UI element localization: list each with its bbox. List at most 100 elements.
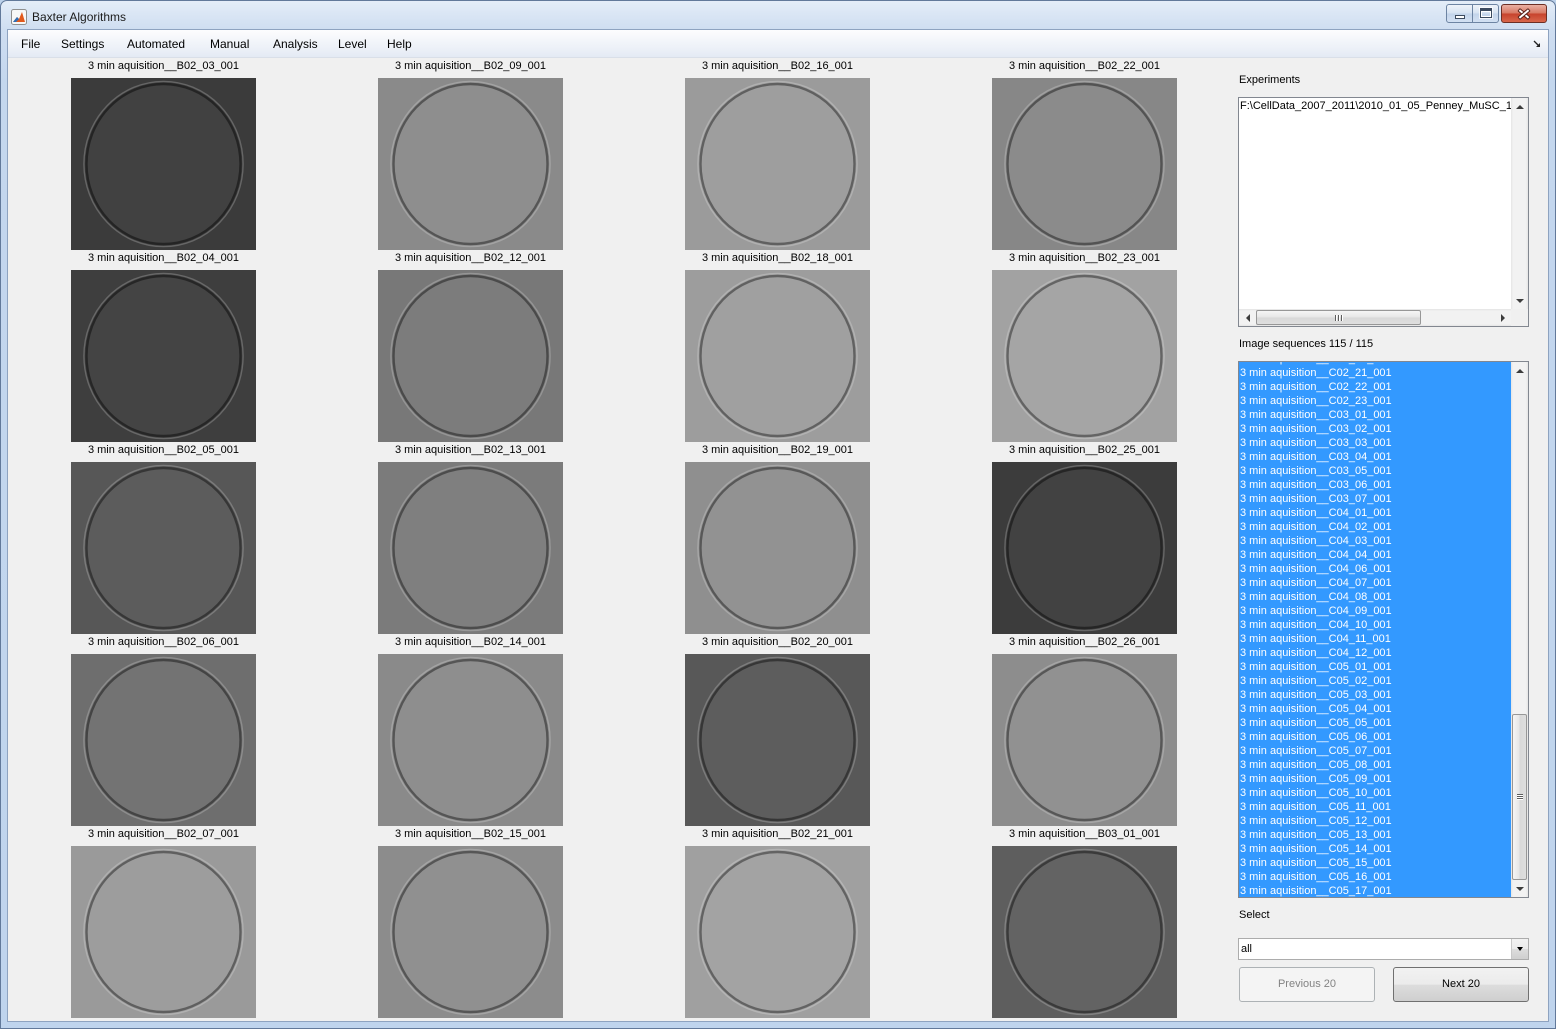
sequence-item[interactable]: 3 min aquisition__C04_07_001 xyxy=(1239,576,1511,590)
toolbar-toggle-icon[interactable] xyxy=(1532,39,1542,49)
sequence-item[interactable]: 3 min aquisition__C03_02_001 xyxy=(1239,422,1511,436)
thumbnail-label: 3 min aquisition__B02_20_001 xyxy=(701,636,854,648)
thumbnail-image[interactable] xyxy=(992,462,1177,634)
thumbnail-image[interactable] xyxy=(685,462,870,634)
sequence-item[interactable]: 3 min aquisition__C03_06_001 xyxy=(1239,478,1511,492)
thumbnail-image[interactable] xyxy=(378,654,563,826)
sequence-item[interactable]: 3 min aquisition__C02_21_001 xyxy=(1239,366,1511,380)
thumbnail-image[interactable] xyxy=(71,846,256,1018)
thumbnail-image[interactable] xyxy=(71,462,256,634)
well-image xyxy=(992,846,1177,1018)
sequence-item[interactable]: 3 min aquisition__C02_23_001 xyxy=(1239,394,1511,408)
thumbnail-image[interactable] xyxy=(992,270,1177,442)
sequence-item[interactable]: 3 min aquisition__C05_12_001 xyxy=(1239,814,1511,828)
thumbnail-label: 3 min aquisition__B02_04_001 xyxy=(87,252,240,264)
well-interior xyxy=(1009,853,1161,1011)
dropdown-button[interactable] xyxy=(1511,939,1528,959)
thumbnail-image[interactable] xyxy=(685,78,870,250)
sequence-item[interactable]: 3 min aquisition__C03_05_001 xyxy=(1239,464,1511,478)
menu-manual[interactable]: Manual xyxy=(204,30,255,57)
sequence-item[interactable]: 3 min aquisition__C04_02_001 xyxy=(1239,520,1511,534)
thumbnail-image[interactable] xyxy=(685,654,870,826)
next-button[interactable]: Next 20 xyxy=(1393,967,1529,1002)
sequence-item[interactable]: 3 min aquisition__C05_16_001 xyxy=(1239,870,1511,884)
menu-analysis[interactable]: Analysis xyxy=(267,30,324,57)
sequence-item[interactable]: 3 min aquisition__C05_07_001 xyxy=(1239,744,1511,758)
sequence-item[interactable]: 3 min aquisition__C05_09_001 xyxy=(1239,772,1511,786)
menu-help[interactable]: Help xyxy=(381,30,418,57)
thumbnail-image[interactable] xyxy=(992,846,1177,1018)
sequence-item[interactable]: 3 min aquisition__C02_22_001 xyxy=(1239,380,1511,394)
thumbnail-image[interactable] xyxy=(992,78,1177,250)
sequence-item[interactable]: 3 min aquisition__C04_01_001 xyxy=(1239,506,1511,520)
well-image xyxy=(378,846,563,1018)
image-sequences-listbox[interactable]: 3 min aquisition__C02_20_0013 min aquisi… xyxy=(1238,361,1529,898)
sequence-item[interactable]: 3 min aquisition__C05_08_001 xyxy=(1239,758,1511,772)
horizontal-scroll-thumb[interactable] xyxy=(1256,310,1421,325)
sequence-item[interactable]: 3 min aquisition__C03_07_001 xyxy=(1239,492,1511,506)
sequence-item[interactable]: 3 min aquisition__C04_08_001 xyxy=(1239,590,1511,604)
scroll-up-button[interactable] xyxy=(1511,98,1528,115)
sequence-item[interactable]: 3 min aquisition__C04_12_001 xyxy=(1239,646,1511,660)
sequence-item[interactable]: 3 min aquisition__C05_15_001 xyxy=(1239,856,1511,870)
scroll-down-button[interactable] xyxy=(1511,292,1528,309)
sequence-item[interactable]: 3 min aquisition__C05_01_001 xyxy=(1239,660,1511,674)
sequence-item[interactable]: 3 min aquisition__C05_14_001 xyxy=(1239,842,1511,856)
sequence-item[interactable]: 3 min aquisition__C04_03_001 xyxy=(1239,534,1511,548)
sequence-item[interactable]: 3 min aquisition__C03_03_001 xyxy=(1239,436,1511,450)
sequence-item[interactable]: 3 min aquisition__C05_06_001 xyxy=(1239,730,1511,744)
thumbnail-image[interactable] xyxy=(378,78,563,250)
sequence-item[interactable]: 3 min aquisition__C05_13_001 xyxy=(1239,828,1511,842)
scroll-left-button[interactable] xyxy=(1239,309,1256,326)
well-image xyxy=(71,78,256,250)
thumbnail-image[interactable] xyxy=(378,462,563,634)
image-sequences-vertical-scrollbar[interactable] xyxy=(1511,362,1528,897)
experiments-vertical-scrollbar[interactable] xyxy=(1511,98,1528,309)
sequence-item[interactable]: 3 min aquisition__C05_17_001 xyxy=(1239,884,1511,897)
minimize-button[interactable] xyxy=(1446,4,1473,23)
sequence-item[interactable]: 3 min aquisition__C05_05_001 xyxy=(1239,716,1511,730)
thumbnail-image[interactable] xyxy=(71,270,256,442)
close-button[interactable] xyxy=(1501,4,1547,23)
vertical-scroll-thumb[interactable] xyxy=(1512,714,1527,880)
sequence-item[interactable]: 3 min aquisition__C03_01_001 xyxy=(1239,408,1511,422)
scroll-right-button[interactable] xyxy=(1494,309,1511,326)
scroll-up-button[interactable] xyxy=(1511,362,1528,379)
thumbnail-image[interactable] xyxy=(685,270,870,442)
sequence-item[interactable]: 3 min aquisition__C04_11_001 xyxy=(1239,632,1511,646)
sequence-item[interactable]: 3 min aquisition__C04_10_001 xyxy=(1239,618,1511,632)
experiments-listbox[interactable]: F:\CellData_2007_2011\2010_01_05_Penney_… xyxy=(1238,97,1529,327)
thumbnail-image[interactable] xyxy=(71,654,256,826)
select-dropdown[interactable]: all xyxy=(1238,938,1529,960)
maximize-button[interactable] xyxy=(1472,4,1499,23)
thumbnail-label: 3 min aquisition__B02_23_001 xyxy=(1008,252,1161,264)
thumbnail-image[interactable] xyxy=(992,654,1177,826)
menu-level[interactable]: Level xyxy=(332,30,373,57)
well-interior xyxy=(702,661,854,819)
thumbnail-image[interactable] xyxy=(378,846,563,1018)
well-image xyxy=(992,78,1177,250)
thumbnail-label: 3 min aquisition__B02_12_001 xyxy=(394,252,547,264)
sequence-item[interactable]: 3 min aquisition__C05_02_001 xyxy=(1239,674,1511,688)
previous-button[interactable]: Previous 20 xyxy=(1239,967,1375,1002)
menu-file[interactable]: File xyxy=(15,30,46,57)
sequence-item[interactable]: 3 min aquisition__C05_03_001 xyxy=(1239,688,1511,702)
sequence-item[interactable]: 3 min aquisition__C04_06_001 xyxy=(1239,562,1511,576)
experiments-horizontal-scrollbar[interactable] xyxy=(1239,309,1511,326)
sequence-item[interactable]: 3 min aquisition__C04_09_001 xyxy=(1239,604,1511,618)
menu-automated[interactable]: Automated xyxy=(121,30,191,57)
well-image xyxy=(992,654,1177,826)
thumbnail-image[interactable] xyxy=(685,846,870,1018)
scroll-down-button[interactable] xyxy=(1511,880,1528,897)
thumbnail-cell: 3 min aquisition__B02_20_001 xyxy=(624,636,931,828)
thumbnail-image[interactable] xyxy=(71,78,256,250)
sequence-item[interactable]: 3 min aquisition__C05_11_001 xyxy=(1239,800,1511,814)
thumbnail-image[interactable] xyxy=(378,270,563,442)
sequence-item[interactable]: 3 min aquisition__C05_10_001 xyxy=(1239,786,1511,800)
sequence-item[interactable]: 3 min aquisition__C03_04_001 xyxy=(1239,450,1511,464)
sequence-item[interactable]: 3 min aquisition__C05_04_001 xyxy=(1239,702,1511,716)
experiment-item[interactable]: F:\CellData_2007_2011\2010_01_05_Penney_… xyxy=(1239,99,1511,113)
menu-settings[interactable]: Settings xyxy=(55,30,110,57)
thumbnail-label: 3 min aquisition__B02_15_001 xyxy=(394,828,547,840)
sequence-item[interactable]: 3 min aquisition__C04_04_001 xyxy=(1239,548,1511,562)
